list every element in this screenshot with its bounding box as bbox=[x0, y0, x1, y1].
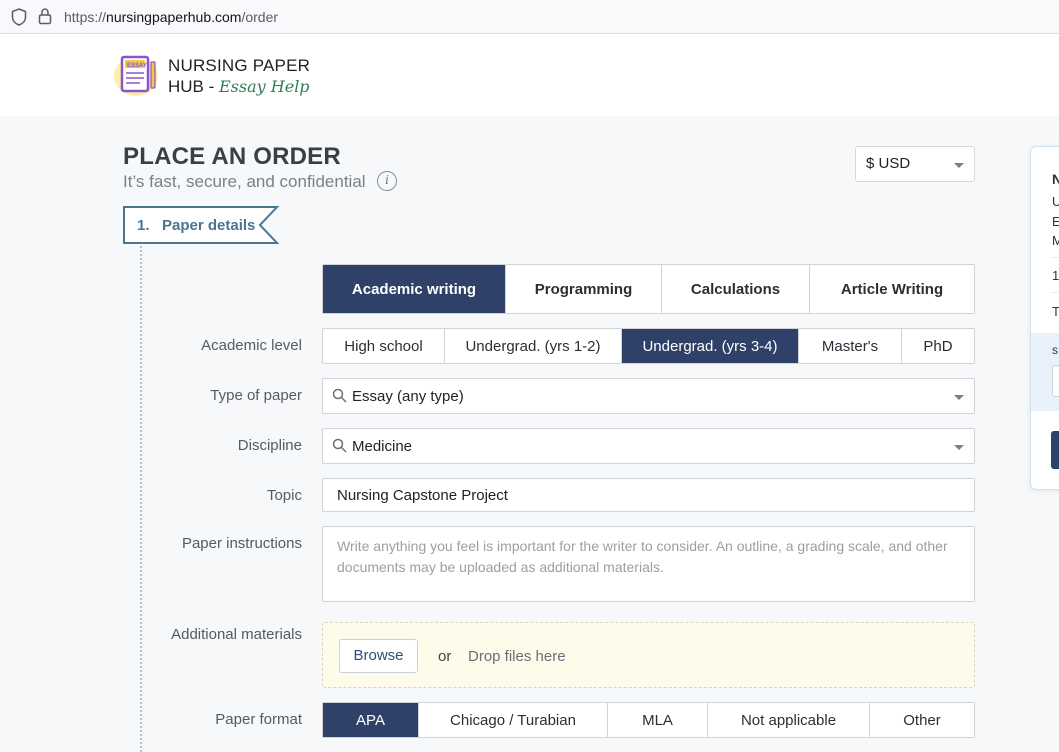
format-other[interactable]: Other bbox=[869, 703, 974, 737]
coupon-input[interactable] bbox=[1052, 365, 1059, 397]
currency-value: $ USD bbox=[866, 155, 911, 172]
search-icon bbox=[332, 438, 347, 453]
chevron-down-icon bbox=[954, 395, 964, 400]
academic-level-selector: High school Undergrad. (yrs 1-2) Undergr… bbox=[322, 328, 975, 364]
tab-academic-writing[interactable]: Academic writing bbox=[323, 265, 505, 313]
level-phd[interactable]: PhD bbox=[901, 329, 974, 363]
level-masters[interactable]: Master's bbox=[798, 329, 901, 363]
url-prefix: https:// bbox=[64, 9, 107, 25]
format-not-applicable[interactable]: Not applicable bbox=[707, 703, 869, 737]
paper-instructions-label: Paper instructions bbox=[181, 535, 302, 552]
type-of-paper-label: Type of paper bbox=[210, 387, 302, 404]
url-text[interactable]: https://nursingpaperhub.com/order bbox=[64, 9, 278, 25]
tab-calculations[interactable]: Calculations bbox=[661, 265, 809, 313]
topic-input[interactable]: Nursing Capstone Project bbox=[322, 478, 975, 512]
tab-article-writing[interactable]: Article Writing bbox=[809, 265, 974, 313]
page-subtitle: It’s fast, secure, and confidential bbox=[123, 172, 366, 191]
tab-programming[interactable]: Programming bbox=[505, 265, 661, 313]
currency-select[interactable]: $ USD bbox=[855, 146, 975, 182]
summary-line: T bbox=[1052, 304, 1059, 319]
level-undergrad-1-2[interactable]: Undergrad. (yrs 1-2) bbox=[444, 329, 621, 363]
brand-tagline: Essay Help bbox=[219, 77, 310, 96]
instructions-placeholder: Write anything you feel is important for… bbox=[337, 538, 948, 575]
service-tabs: Academic writing Programming Calculation… bbox=[322, 264, 975, 314]
discipline-select[interactable]: Medicine bbox=[322, 428, 975, 464]
level-high-school[interactable]: High school bbox=[323, 329, 444, 363]
drop-files-text: Drop files here bbox=[468, 648, 566, 665]
url-host: nursingpaperhub.com bbox=[106, 9, 242, 25]
paper-format-selector: APA Chicago / Turabian MLA Not applicabl… bbox=[322, 702, 975, 738]
chevron-down-icon bbox=[954, 163, 964, 168]
format-chicago-turabian[interactable]: Chicago / Turabian bbox=[418, 703, 607, 737]
browse-button[interactable]: Browse bbox=[339, 639, 418, 673]
type-of-paper-value: Essay (any type) bbox=[352, 388, 464, 405]
discipline-label: Discipline bbox=[237, 437, 302, 454]
summary-line: N bbox=[1052, 171, 1059, 187]
info-icon[interactable]: i bbox=[377, 171, 397, 191]
site-header: ESSAY NURSING PAPER HUB - Essay Help bbox=[0, 34, 1059, 116]
discipline-value: Medicine bbox=[352, 438, 413, 455]
summary-line: U bbox=[1052, 194, 1059, 209]
level-undergrad-3-4[interactable]: Undergrad. (yrs 3-4) bbox=[621, 329, 798, 363]
summary-line: M bbox=[1052, 233, 1059, 248]
search-icon bbox=[332, 388, 347, 403]
format-mla[interactable]: MLA bbox=[607, 703, 707, 737]
browser-url-bar[interactable]: https://nursingpaperhub.com/order bbox=[0, 0, 1059, 34]
step-label: 1. Paper details bbox=[137, 217, 256, 234]
divider bbox=[1051, 292, 1059, 293]
page-title: PLACE AN ORDER bbox=[123, 143, 341, 170]
url-path: /order bbox=[241, 9, 279, 25]
logo-essay-text: ESSAY bbox=[127, 63, 147, 69]
summary-line: E bbox=[1052, 214, 1059, 229]
paper-instructions-textarea[interactable]: Write anything you feel is important for… bbox=[322, 526, 975, 602]
additional-materials-label: Additional materials bbox=[171, 626, 302, 643]
topic-label: Topic bbox=[266, 487, 302, 504]
type-of-paper-select[interactable]: Essay (any type) bbox=[322, 378, 975, 414]
logo-icon[interactable]: ESSAY bbox=[112, 50, 162, 98]
lock-icon bbox=[38, 8, 52, 25]
summary-line: s bbox=[1052, 343, 1058, 357]
paper-format-label: Paper format bbox=[215, 711, 302, 728]
brand-hub: HUB - bbox=[168, 77, 219, 96]
file-dropzone[interactable]: Browse or Drop files here bbox=[322, 622, 975, 688]
brand-name-line2: HUB - Essay Help bbox=[168, 77, 310, 97]
or-text: or bbox=[438, 648, 452, 665]
academic-level-label: Academic level bbox=[201, 337, 302, 354]
format-apa[interactable]: APA bbox=[323, 703, 418, 737]
shield-icon bbox=[11, 8, 27, 26]
topic-value: Nursing Capstone Project bbox=[337, 487, 508, 504]
order-summary-panel: N U E M 1 T s bbox=[1030, 146, 1059, 490]
divider bbox=[1051, 257, 1059, 258]
chevron-down-icon bbox=[954, 445, 964, 450]
step-paper-details[interactable]: 1. Paper details bbox=[123, 206, 280, 244]
brand-name-line1: NURSING PAPER bbox=[168, 56, 311, 75]
summary-line: 1 bbox=[1052, 268, 1059, 283]
checkout-button[interactable] bbox=[1051, 431, 1059, 469]
